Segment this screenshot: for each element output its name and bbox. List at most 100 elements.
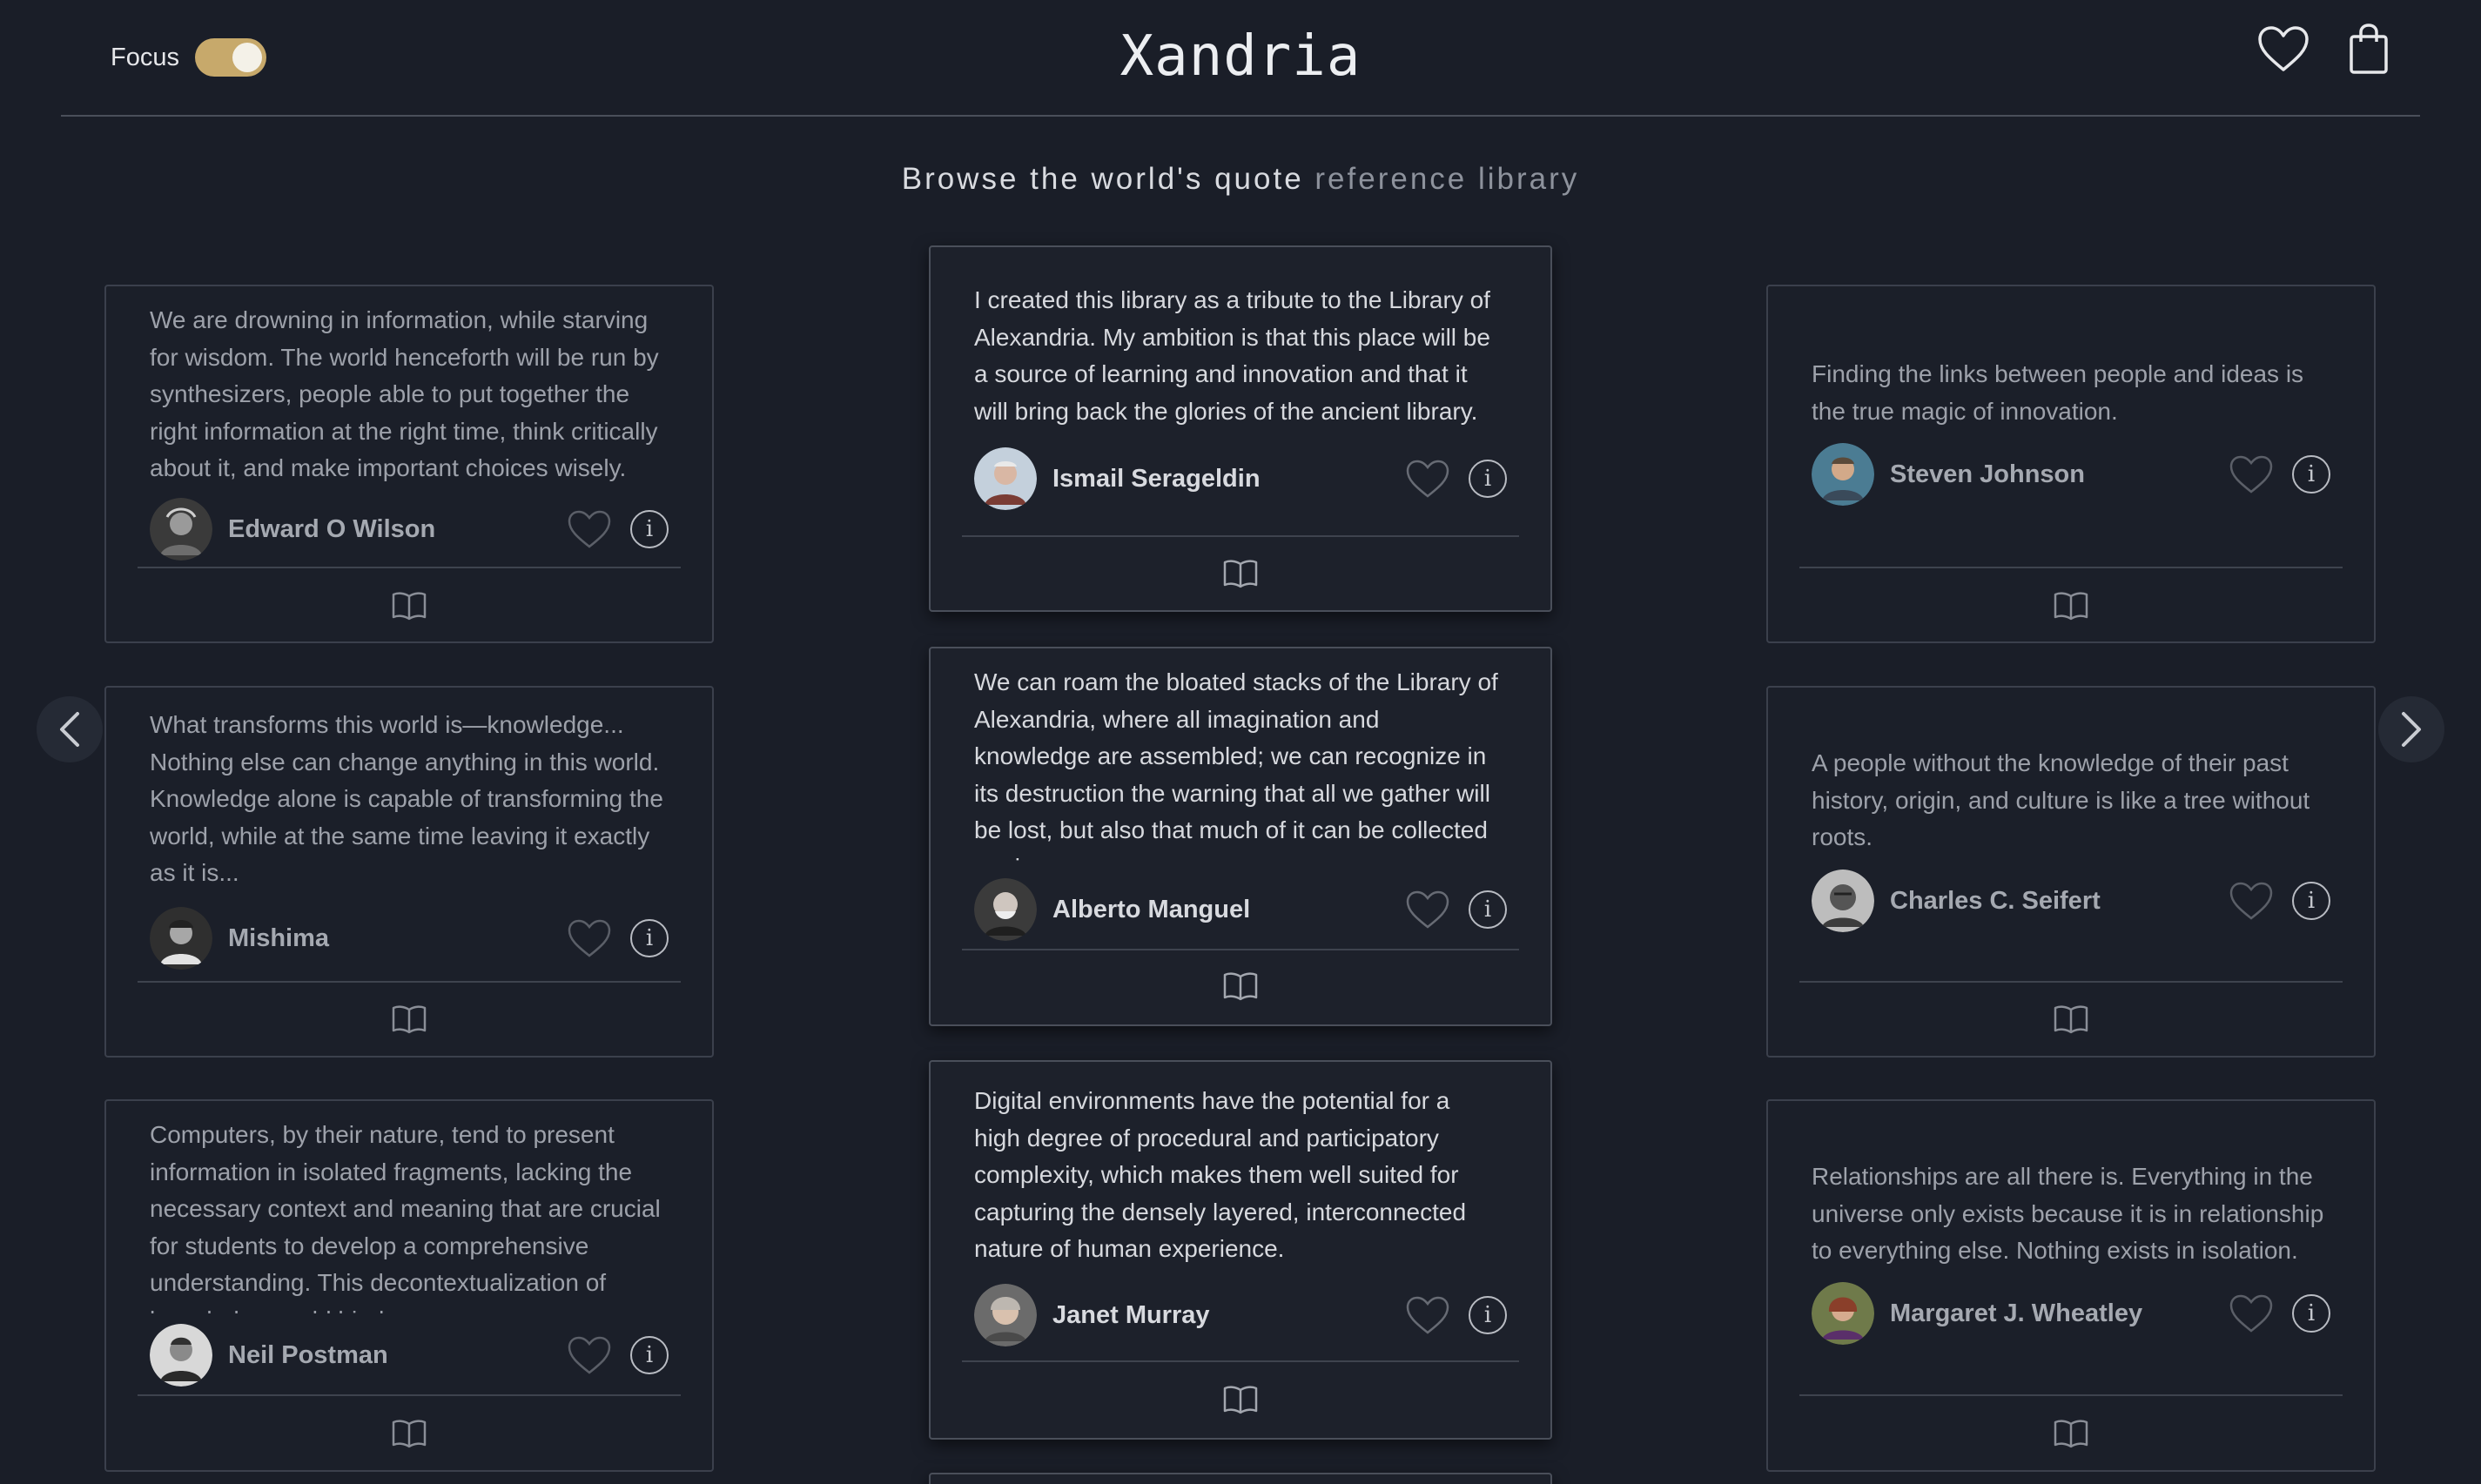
heart-icon[interactable]	[566, 1334, 613, 1376]
author-name: Janet Murray	[1052, 1300, 1210, 1329]
author-avatar	[974, 878, 1037, 941]
read-more-row	[1768, 1004, 2374, 1034]
tagline-part-1: Browse the world's quote	[901, 162, 1315, 196]
card-divider	[962, 949, 1519, 950]
book-icon[interactable]	[2053, 1419, 2089, 1448]
quote-card: Digital environments have the potential …	[929, 1060, 1552, 1440]
quote-card: Finding the links between people and ide…	[1766, 285, 2376, 643]
author-row: Steven Johnson i	[1812, 443, 2330, 506]
card-divider	[1799, 981, 2343, 983]
tagline-part-2: reference library	[1314, 162, 1580, 196]
author-row: Alberto Manguel i	[974, 878, 1507, 941]
favorites-heart-icon[interactable]	[2256, 24, 2310, 73]
author-row: Edward O Wilson i	[150, 498, 669, 561]
quote-text: We are drowning in information, while st…	[150, 306, 659, 481]
read-more-row	[106, 591, 712, 621]
author-avatar	[150, 1324, 212, 1387]
card-divider	[1799, 567, 2343, 568]
author-avatar	[974, 1284, 1037, 1346]
chevron-left-icon	[60, 712, 79, 747]
info-icon[interactable]: i	[1469, 1296, 1507, 1334]
author-avatar	[1812, 1282, 1874, 1345]
author-row: Margaret J. Wheatley i	[1812, 1282, 2330, 1345]
page: Focus Xandria Browse the world's quote r…	[0, 0, 2481, 1484]
author-name: Alberto Manguel	[1052, 895, 1251, 923]
quote-text: I created this library as a tribute to t…	[974, 286, 1490, 425]
info-icon[interactable]: i	[1469, 460, 1507, 498]
info-icon[interactable]: i	[2292, 882, 2330, 920]
author-row: Charles C. Seifert i	[1812, 870, 2330, 932]
heart-icon[interactable]	[2228, 880, 2275, 922]
book-icon[interactable]	[2053, 1004, 2089, 1034]
info-icon[interactable]: i	[630, 1336, 669, 1374]
read-more-row	[931, 559, 1550, 588]
read-more-row	[106, 1419, 712, 1448]
author-name: Edward O Wilson	[228, 514, 436, 543]
heart-icon[interactable]	[566, 917, 613, 959]
read-more-row	[1768, 591, 2374, 621]
author-name: Steven Johnson	[1890, 460, 2085, 488]
author-row: Ismail Serageldin i	[974, 447, 1507, 510]
read-more-row	[106, 1004, 712, 1034]
quote-text: Computers, by their nature, tend to pres…	[150, 1121, 661, 1313]
author-avatar	[974, 447, 1037, 510]
top-header: Focus Xandria	[61, 0, 2420, 117]
heart-icon[interactable]	[566, 508, 613, 550]
author-name: Ismail Serageldin	[1052, 464, 1261, 493]
heart-icon[interactable]	[1404, 1294, 1451, 1336]
info-icon[interactable]: i	[1469, 890, 1507, 929]
quote-card-partial	[929, 1473, 1552, 1484]
card-divider	[138, 981, 681, 983]
book-icon[interactable]	[1222, 1385, 1259, 1414]
quote-card: What transforms this world is—knowledge.…	[104, 686, 714, 1058]
tagline: Browse the world's quote reference libra…	[0, 162, 2481, 197]
info-icon[interactable]: i	[2292, 455, 2330, 494]
author-avatar	[1812, 870, 1874, 932]
author-row: Janet Murray i	[974, 1284, 1507, 1346]
card-divider	[138, 567, 681, 568]
book-icon[interactable]	[2053, 591, 2089, 621]
quote-card: Relationships are all there is. Everythi…	[1766, 1099, 2376, 1472]
author-avatar	[150, 907, 212, 970]
read-more-row	[1768, 1419, 2374, 1448]
author-name: Margaret J. Wheatley	[1890, 1299, 2143, 1327]
author-avatar	[1812, 443, 1874, 506]
book-icon[interactable]	[391, 591, 427, 621]
quote-text: We can roam the bloated stacks of the Li…	[974, 668, 1498, 861]
quote-text: Finding the links between people and ide…	[1812, 360, 2304, 425]
shopping-bag-icon[interactable]	[2349, 23, 2389, 75]
book-icon[interactable]	[391, 1419, 427, 1448]
read-more-row	[931, 971, 1550, 1001]
heart-icon[interactable]	[1404, 458, 1451, 500]
quote-card: We can roam the bloated stacks of the Li…	[929, 647, 1552, 1026]
author-name: Mishima	[228, 923, 330, 952]
author-row: Neil Postman i	[150, 1324, 669, 1387]
book-icon[interactable]	[391, 1004, 427, 1034]
heart-icon[interactable]	[1404, 889, 1451, 930]
quote-card: We are drowning in information, while st…	[104, 285, 714, 643]
card-divider	[962, 1360, 1519, 1362]
heart-icon[interactable]	[2228, 1293, 2275, 1334]
author-avatar	[150, 498, 212, 561]
card-divider	[1799, 1394, 2343, 1396]
info-icon[interactable]: i	[2292, 1294, 2330, 1333]
book-icon[interactable]	[1222, 971, 1259, 1001]
quote-text: Relationships are all there is. Everythi…	[1812, 1163, 2324, 1264]
read-more-row	[931, 1385, 1550, 1414]
info-icon[interactable]: i	[630, 510, 669, 548]
brand-title: Xandria	[1119, 24, 1362, 89]
quote-text: What transforms this world is—knowledge.…	[150, 711, 663, 886]
book-icon[interactable]	[1222, 559, 1259, 588]
author-name: Neil Postman	[228, 1340, 388, 1369]
prev-page-button[interactable]	[37, 696, 103, 762]
quote-card: A people without the knowledge of their …	[1766, 686, 2376, 1058]
info-icon[interactable]: i	[630, 919, 669, 957]
header-actions	[2256, 23, 2389, 75]
card-divider	[962, 535, 1519, 537]
chevron-right-icon	[2402, 712, 2421, 747]
heart-icon[interactable]	[2228, 453, 2275, 495]
quote-card: Computers, by their nature, tend to pres…	[104, 1099, 714, 1472]
author-row: Mishima i	[150, 907, 669, 970]
quote-text: Digital environments have the potential …	[974, 1087, 1467, 1262]
next-page-button[interactable]	[2378, 696, 2444, 762]
